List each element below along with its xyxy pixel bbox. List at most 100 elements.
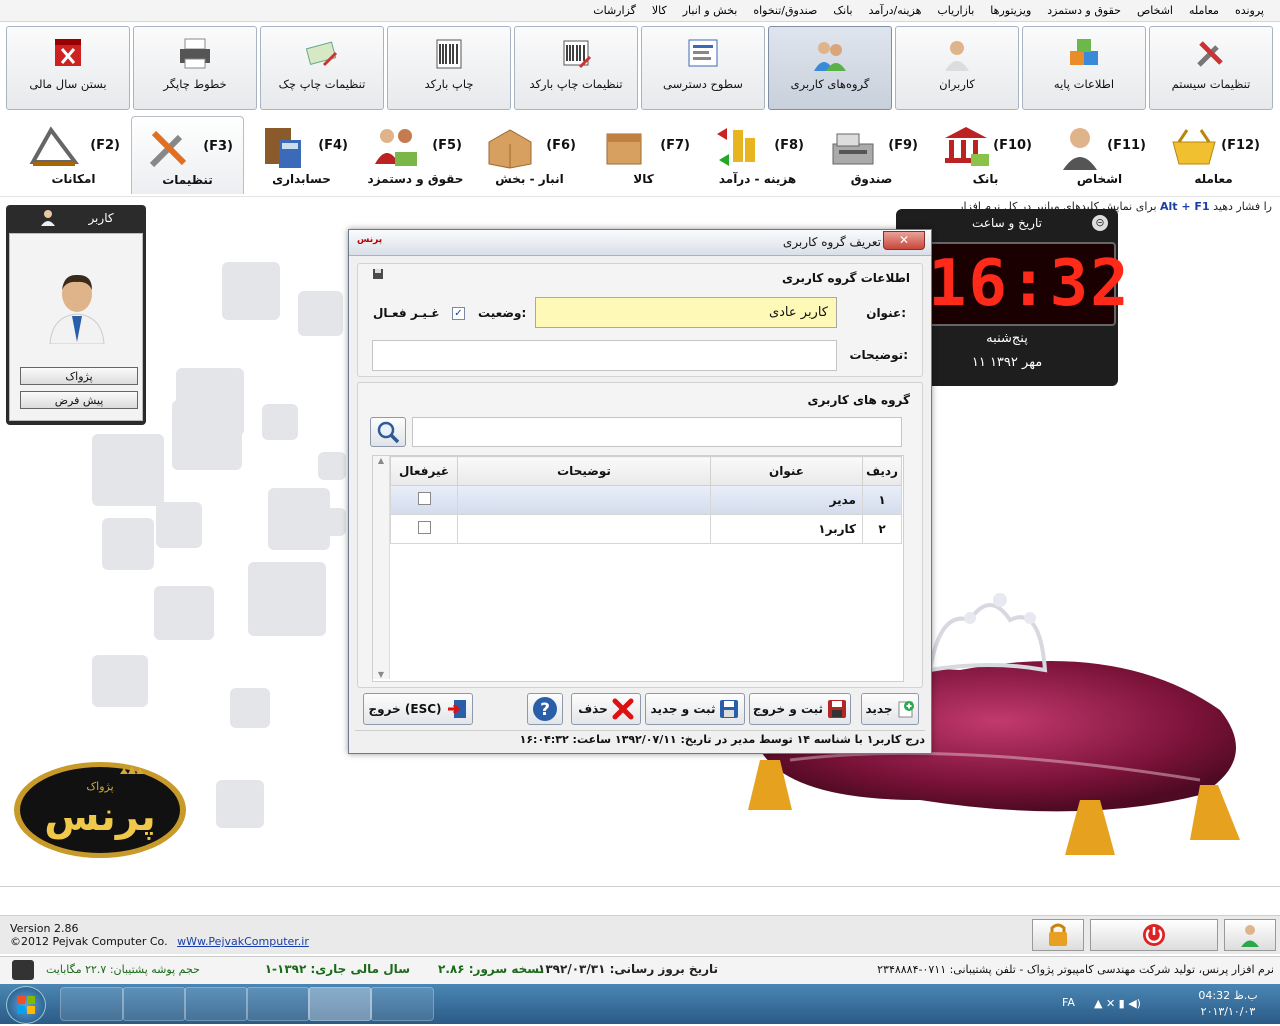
row-inactive-cell[interactable] — [390, 514, 458, 544]
taskbar-word-icon[interactable] — [370, 987, 434, 1021]
taskbar-ie-icon[interactable] — [60, 987, 124, 1021]
toolbar2-shortcut: (F9) — [888, 138, 918, 153]
clock-close-icon[interactable]: ⊝ — [1092, 215, 1108, 231]
user-icon — [939, 37, 975, 71]
group-info-section: اطلاعات گروه کاربری عنوان: کاربر عادی وض… — [357, 263, 923, 377]
dialog-app-icon: پرنس — [357, 235, 383, 245]
toolbar1-button[interactable]: تنظیمات چاپ بارکد — [514, 26, 638, 110]
grid-search-input[interactable] — [412, 417, 902, 447]
windows-taskbar: FA ▲ ✕ ▮ ◀) 04:32 ب.ظ ۲۰۱۳/۱۰/۰۳ — [0, 984, 1280, 1024]
exit-button[interactable]: خروج (ESC) — [363, 693, 473, 725]
user-pejvak-button[interactable]: پژواک — [20, 367, 138, 385]
menu-item[interactable]: اشخاص — [1129, 4, 1181, 17]
taskbar-time[interactable]: 04:32 ب.ظ — [1188, 988, 1268, 1004]
description-input[interactable] — [372, 340, 837, 371]
taskbar-prince-icon[interactable] — [308, 987, 372, 1021]
search-button[interactable] — [370, 417, 406, 447]
grid-row[interactable]: مدیر ۱ — [390, 485, 902, 515]
taskbar-media-icon[interactable] — [184, 987, 248, 1021]
toolbar1-button[interactable]: سطوح دسترسی — [641, 26, 765, 110]
scroll-up-icon[interactable]: ▲ — [373, 456, 389, 465]
toolbar1-button[interactable]: کاربران — [895, 26, 1019, 110]
status-product: نرم افزار پرنس، تولید شرکت مهندسی کامپیو… — [877, 963, 1274, 976]
toolbar2-shortcut: (F3) — [203, 139, 233, 154]
dialog-close-button[interactable]: ✕ — [883, 231, 925, 250]
toolbar1-button[interactable]: گروه‌های کاربری — [768, 26, 892, 110]
toolbar2-button[interactable]: (F12) معامله — [1157, 116, 1270, 194]
start-button[interactable] — [6, 986, 46, 1024]
menu-item[interactable]: معامله — [1181, 4, 1227, 17]
menu-item[interactable]: هزینه/درآمد — [861, 4, 930, 17]
toolbar1-button[interactable]: بستن سال مالی — [6, 26, 130, 110]
toolbar2-label: اشخاص — [1076, 172, 1123, 186]
menu-item[interactable]: گزارشات — [585, 4, 644, 17]
status-backup: حجم پوشه پشتیبان: ۲۲.۷ مگابایت — [46, 963, 200, 976]
taskbar-date[interactable]: ۲۰۱۳/۱۰/۰۳ — [1188, 1004, 1268, 1020]
power-button[interactable] — [1090, 919, 1218, 951]
website-link[interactable]: wWw.PejvakComputer.ir — [177, 935, 309, 948]
toolbar2-button[interactable]: (F3) تنظیمات — [131, 116, 244, 194]
scroll-down-icon[interactable]: ▼ — [373, 670, 389, 679]
col-inactive-header[interactable]: غیرفعال — [390, 456, 458, 486]
toolbar2-button[interactable]: (F11) اشخاص — [1043, 116, 1156, 194]
user-small-icon — [38, 207, 58, 230]
dialog-titlebar[interactable]: پرنس تعریف گروه کاربری ✕ — [349, 230, 931, 256]
toolbar2-button[interactable]: (F6) انبار - بخش — [473, 116, 586, 194]
save-exit-button[interactable]: ثبت و خروج — [749, 693, 851, 725]
menu-item[interactable]: پرونده — [1227, 4, 1272, 17]
col-desc-header[interactable]: توضیحات — [457, 456, 711, 486]
new-button-label: جدید — [865, 702, 893, 716]
status-fiscal: سال مالی جاری: ۱۳۹۲-۱ — [264, 962, 410, 976]
toolbar2-button[interactable]: (F4) حسابداری — [245, 116, 358, 194]
inactive-checkbox[interactable]: ✓ — [452, 307, 465, 320]
row-title-cell[interactable]: مدیر — [710, 485, 863, 515]
title-input[interactable]: کاربر عادی — [535, 297, 837, 328]
taskbar-explorer-icon[interactable] — [122, 987, 186, 1021]
row-desc-cell[interactable] — [457, 514, 711, 544]
menu-item[interactable]: صندوق/تنخواه — [745, 4, 825, 17]
help-button[interactable]: ? — [527, 693, 563, 725]
search-icon — [377, 421, 400, 444]
grid-row[interactable]: کاربر۱ ۲ — [390, 514, 902, 544]
toolbar2-button[interactable]: (F2) امکانات — [17, 116, 130, 194]
row-inactive-checkbox[interactable] — [417, 521, 431, 534]
menu-item[interactable]: بخش و انبار — [675, 4, 746, 17]
toolbar2-button[interactable]: (F8) هزینه - درآمد — [701, 116, 814, 194]
row-inactive-checkbox[interactable] — [417, 492, 431, 505]
col-row-header[interactable]: ردیف — [862, 456, 902, 486]
delete-button[interactable]: حذف — [571, 693, 641, 725]
save-small-icon — [372, 268, 384, 283]
toolbar2-button[interactable]: (F7) کالا — [587, 116, 700, 194]
col-title-header[interactable]: عنوان — [710, 456, 863, 486]
toolbar1-button[interactable]: تنظیمات چاپ چک — [260, 26, 384, 110]
bottom-strip — [0, 886, 1280, 916]
toolbar2-button[interactable]: (F9) صندوق — [815, 116, 928, 194]
menu-item[interactable]: بانک — [825, 4, 860, 17]
tray-icons[interactable]: ▲ ✕ ▮ ◀) — [1094, 997, 1141, 1010]
taskbar-skype-icon[interactable] — [246, 987, 310, 1021]
toolbar1-button[interactable]: خطوط چاپگر — [133, 26, 257, 110]
user-default-button[interactable]: پیش فرض — [20, 391, 138, 409]
lock-button[interactable] — [1032, 919, 1084, 951]
row-title-cell[interactable]: کاربر۱ — [710, 514, 863, 544]
taskbar-language[interactable]: FA — [1062, 996, 1075, 1009]
toolbar1-button[interactable]: چاپ بارکد — [387, 26, 511, 110]
menu-item[interactable]: کالا — [644, 4, 675, 17]
toolbar1-button[interactable]: اطلاعات پایه — [1022, 26, 1146, 110]
menu-item[interactable]: حقوق و دستمزد — [1039, 4, 1129, 17]
barcode-settings-icon — [558, 37, 594, 71]
user-panel: کاربر پژواک پیش فرض — [6, 205, 146, 425]
toolbar2-button[interactable]: (F5) حقوق و دستمزد — [359, 116, 472, 194]
switch-user-button[interactable] — [1224, 919, 1276, 951]
new-button[interactable]: جدید — [861, 693, 919, 725]
hint-keys: Alt + F1 — [1160, 200, 1210, 213]
row-desc-cell[interactable] — [457, 485, 711, 515]
row-inactive-cell[interactable] — [390, 485, 458, 515]
tools-icon — [1193, 37, 1229, 71]
save-new-button[interactable]: ثبت و جدید — [645, 693, 745, 725]
toolbar2-button[interactable]: (F10) بانک — [929, 116, 1042, 194]
menu-item[interactable]: بازاریاب — [929, 4, 982, 17]
menu-item[interactable]: ویزیتورها — [982, 4, 1039, 17]
grid-scrollbar[interactable]: ▲ ▼ — [373, 456, 390, 679]
toolbar1-button[interactable]: تنظیمات سیستم — [1149, 26, 1273, 110]
